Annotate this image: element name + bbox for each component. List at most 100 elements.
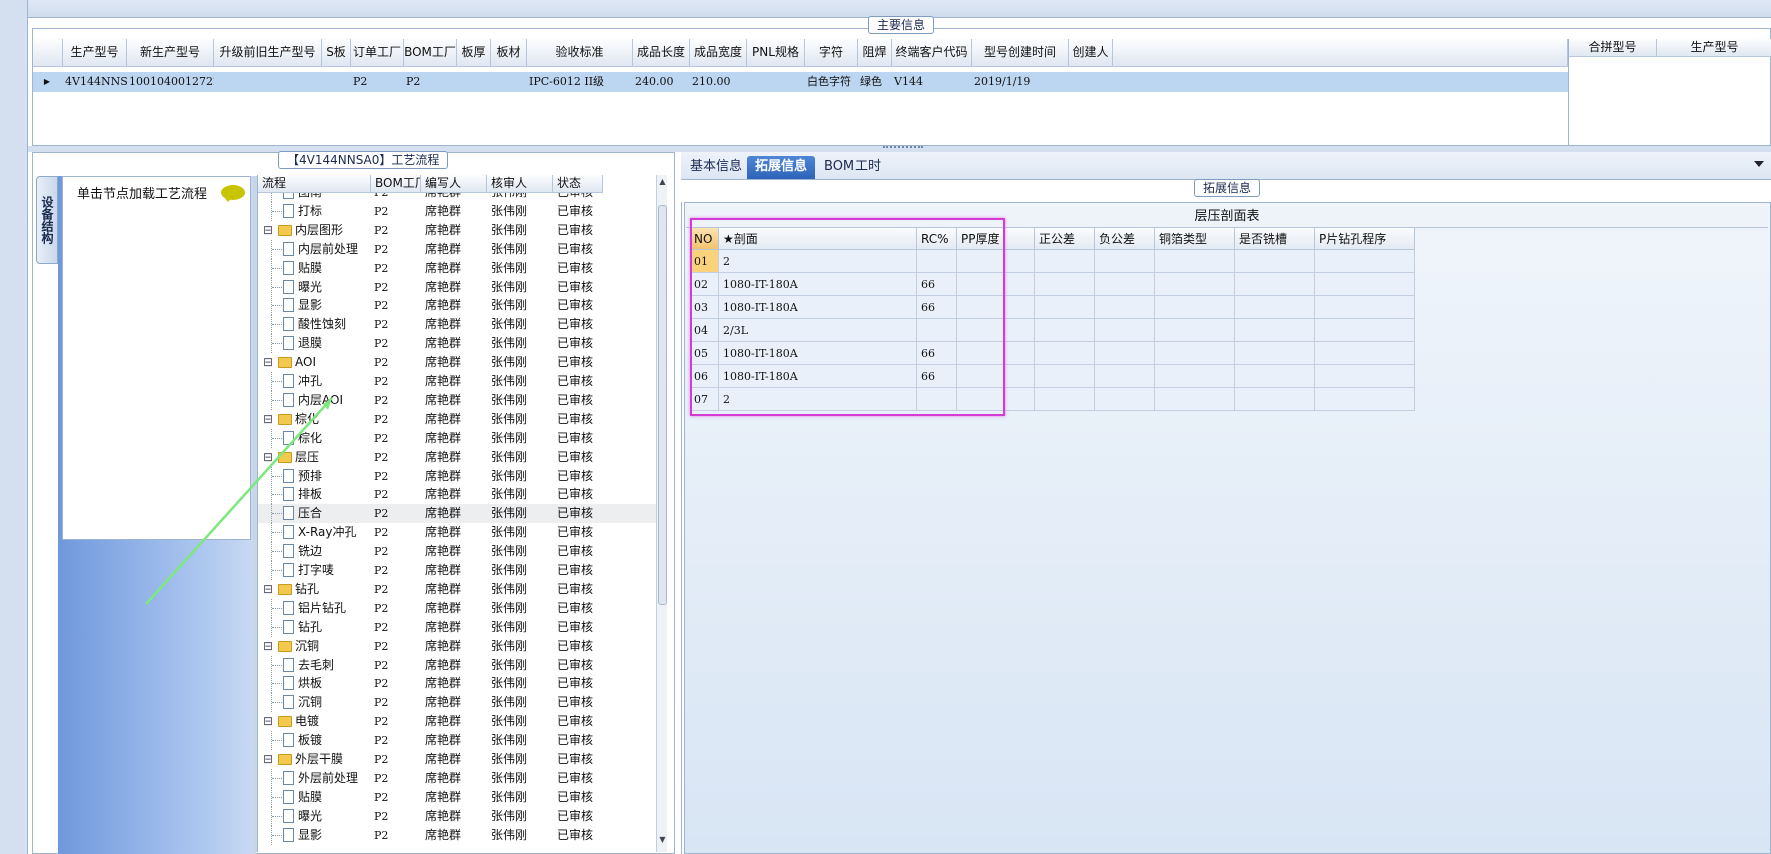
collapse-toggle-icon[interactable]: ⊟	[263, 750, 277, 769]
lam-cell[interactable]	[1035, 365, 1095, 388]
lam-cell[interactable]	[1155, 319, 1235, 342]
main-col-header[interactable]: 订单工厂	[351, 39, 404, 67]
collapse-toggle-icon[interactable]: ⊟	[263, 221, 277, 240]
tree-row[interactable]: 板镀 P2 席艳群 张伟刚 已审核	[258, 731, 658, 751]
main-cell[interactable]: P2	[404, 72, 457, 92]
main-col-header[interactable]: 阻焊	[858, 39, 892, 67]
collapse-toggle-icon[interactable]: ⊟	[263, 712, 277, 731]
main-cell[interactable]	[747, 72, 805, 92]
lam-cell[interactable]	[1095, 273, 1155, 296]
main-col-header[interactable]: 终端客户代码	[892, 39, 972, 67]
lam-cell[interactable]: 01	[690, 250, 719, 273]
lam-cell[interactable]	[1315, 365, 1415, 388]
tree-row[interactable]: 退膜 P2 席艳群 张伟刚 已审核	[258, 334, 658, 354]
lam-cell[interactable]	[1035, 319, 1095, 342]
lam-cell[interactable]	[1315, 273, 1415, 296]
lam-cell[interactable]	[1315, 388, 1415, 411]
lam-col-header[interactable]: NO	[690, 228, 719, 250]
lam-cell[interactable]: 1080-IT-180A	[719, 273, 917, 296]
main-cell[interactable]	[491, 72, 527, 92]
tree-row[interactable]: 打标 P2 席艳群 张伟刚 已审核	[258, 201, 658, 221]
main-col-header[interactable]: PNL规格	[747, 39, 805, 67]
tree-scrollbar[interactable]: ▲ ▼	[656, 175, 667, 852]
main-cell[interactable]: 绿色	[858, 72, 892, 92]
collapse-toggle-icon[interactable]: ⊟	[263, 637, 277, 656]
tree-row[interactable]: 显影 P2 席艳群 张伟刚 已审核	[258, 296, 658, 316]
tree-row[interactable]: 冲孔 P2 席艳群 张伟刚 已审核	[258, 372, 658, 391]
lam-cell[interactable]	[1235, 319, 1315, 342]
lam-col-header[interactable]: 是否铣槽	[1235, 228, 1315, 250]
lam-cell[interactable]	[1095, 319, 1155, 342]
lam-cell[interactable]	[957, 342, 1035, 365]
lam-cell[interactable]	[957, 296, 1035, 319]
main-cell[interactable]: V144	[892, 72, 972, 92]
main-cell[interactable]	[457, 72, 491, 92]
lam-cell[interactable]: 04	[690, 319, 719, 342]
lam-col-header[interactable]: 铜箔类型	[1155, 228, 1235, 250]
side-col-header[interactable]: 合拼型号	[1569, 39, 1657, 57]
tree-row[interactable]: 曝光 P2 席艳群 张伟刚 已审核	[258, 277, 658, 297]
main-col-header[interactable]: 型号创建时间	[972, 39, 1069, 67]
lam-cell[interactable]: 1080-IT-180A	[719, 296, 917, 319]
main-cell[interactable]: 10010400127223	[127, 72, 214, 92]
lam-cell[interactable]	[1095, 250, 1155, 273]
main-col-header[interactable]: 板厚	[457, 39, 491, 67]
main-col-header[interactable]: 验收标准	[527, 39, 633, 67]
lam-cell[interactable]	[957, 388, 1035, 411]
lam-col-header[interactable]: PP厚度	[957, 228, 1035, 250]
lam-cell[interactable]: 05	[690, 342, 719, 365]
lam-cell[interactable]: 2	[719, 250, 917, 273]
lam-cell[interactable]	[1035, 296, 1095, 319]
main-cell[interactable]	[214, 72, 322, 92]
main-cell[interactable]: IPC-6012 II级	[527, 72, 633, 92]
table-row[interactable]: ▶ 4V144NNSA010010400127223 P2P2 IPC-6012 II…	[33, 72, 1568, 92]
lam-col-header[interactable]: P片钻孔程序	[1315, 228, 1415, 250]
main-cell[interactable]: 白色字符	[805, 72, 858, 92]
lam-cell[interactable]: 66	[917, 273, 957, 296]
lam-cell[interactable]	[1035, 250, 1095, 273]
splitter-grip-icon[interactable]	[883, 146, 923, 150]
tree-row[interactable]: 酸性蚀刻 P2 席艳群 张伟刚 已审核	[258, 315, 658, 335]
lam-col-header[interactable]: 负公差	[1095, 228, 1155, 250]
tree-row[interactable]: 烘板 P2 席艳群 张伟刚 已审核	[258, 674, 658, 694]
tree-row[interactable]: 贴膜 P2 席艳群 张伟刚 已审核	[258, 787, 658, 807]
tree-row[interactable]: ⊟ 外层干膜 P2 席艳群 张伟刚 已审核	[258, 750, 658, 769]
lam-cell[interactable]	[1155, 342, 1235, 365]
tree-col-header[interactable]: 编写人	[421, 175, 487, 193]
scroll-down-icon[interactable]: ▼	[658, 835, 667, 844]
lam-cell[interactable]	[1155, 250, 1235, 273]
lam-cell[interactable]	[1095, 365, 1155, 388]
tree-row[interactable]: 显影 P2 席艳群 张伟刚 已审核	[258, 825, 658, 845]
tree-col-header[interactable]: 状态	[553, 175, 603, 193]
main-cell[interactable]: 240.00	[633, 72, 690, 92]
tree-row[interactable]: 贴膜 P2 席艳群 张伟刚 已审核	[258, 258, 658, 278]
lam-cell[interactable]	[1315, 296, 1415, 319]
lam-cell[interactable]: 07	[690, 388, 719, 411]
lam-cell[interactable]	[1315, 342, 1415, 365]
lam-cell[interactable]	[957, 273, 1035, 296]
lam-cell[interactable]	[1315, 319, 1415, 342]
lam-cell[interactable]: 03	[690, 296, 719, 319]
main-cell[interactable]	[1069, 72, 1113, 92]
main-col-header[interactable]: 成品宽度	[690, 39, 747, 67]
scroll-thumb[interactable]	[658, 205, 667, 605]
tree-row[interactable]: ⊟ 内层图形 P2 席艳群 张伟刚 已审核	[258, 221, 658, 240]
tree-row[interactable]: ⊟ 沉铜 P2 席艳群 张伟刚 已审核	[258, 637, 658, 656]
tree-row[interactable]: 曝光 P2 席艳群 张伟刚 已审核	[258, 806, 658, 826]
tree-row[interactable]: 内层前处理 P2 席艳群 张伟刚 已审核	[258, 239, 658, 259]
side-col-header[interactable]: 生产型号	[1657, 39, 1771, 57]
lam-cell[interactable]	[1235, 273, 1315, 296]
main-cell[interactable]	[322, 72, 351, 92]
tab-1[interactable]: 拓展信息	[747, 156, 816, 179]
lam-cell[interactable]	[1235, 342, 1315, 365]
tree-row[interactable]: 外层前处理 P2 席艳群 张伟刚 已审核	[258, 768, 658, 788]
lam-col-header[interactable]: 正公差	[1035, 228, 1095, 250]
main-col-header[interactable]: BOM工厂	[404, 39, 457, 67]
lam-cell[interactable]	[1235, 250, 1315, 273]
lam-cell[interactable]	[1235, 388, 1315, 411]
main-cell[interactable]: 4V144NNSA0	[63, 72, 127, 92]
tree-col-header[interactable]: 核审人	[487, 175, 553, 193]
main-col-header[interactable]: 新生产型号	[127, 39, 214, 67]
main-col-header[interactable]: S板	[322, 39, 351, 67]
lam-cell[interactable]: 1080-IT-180A	[719, 342, 917, 365]
